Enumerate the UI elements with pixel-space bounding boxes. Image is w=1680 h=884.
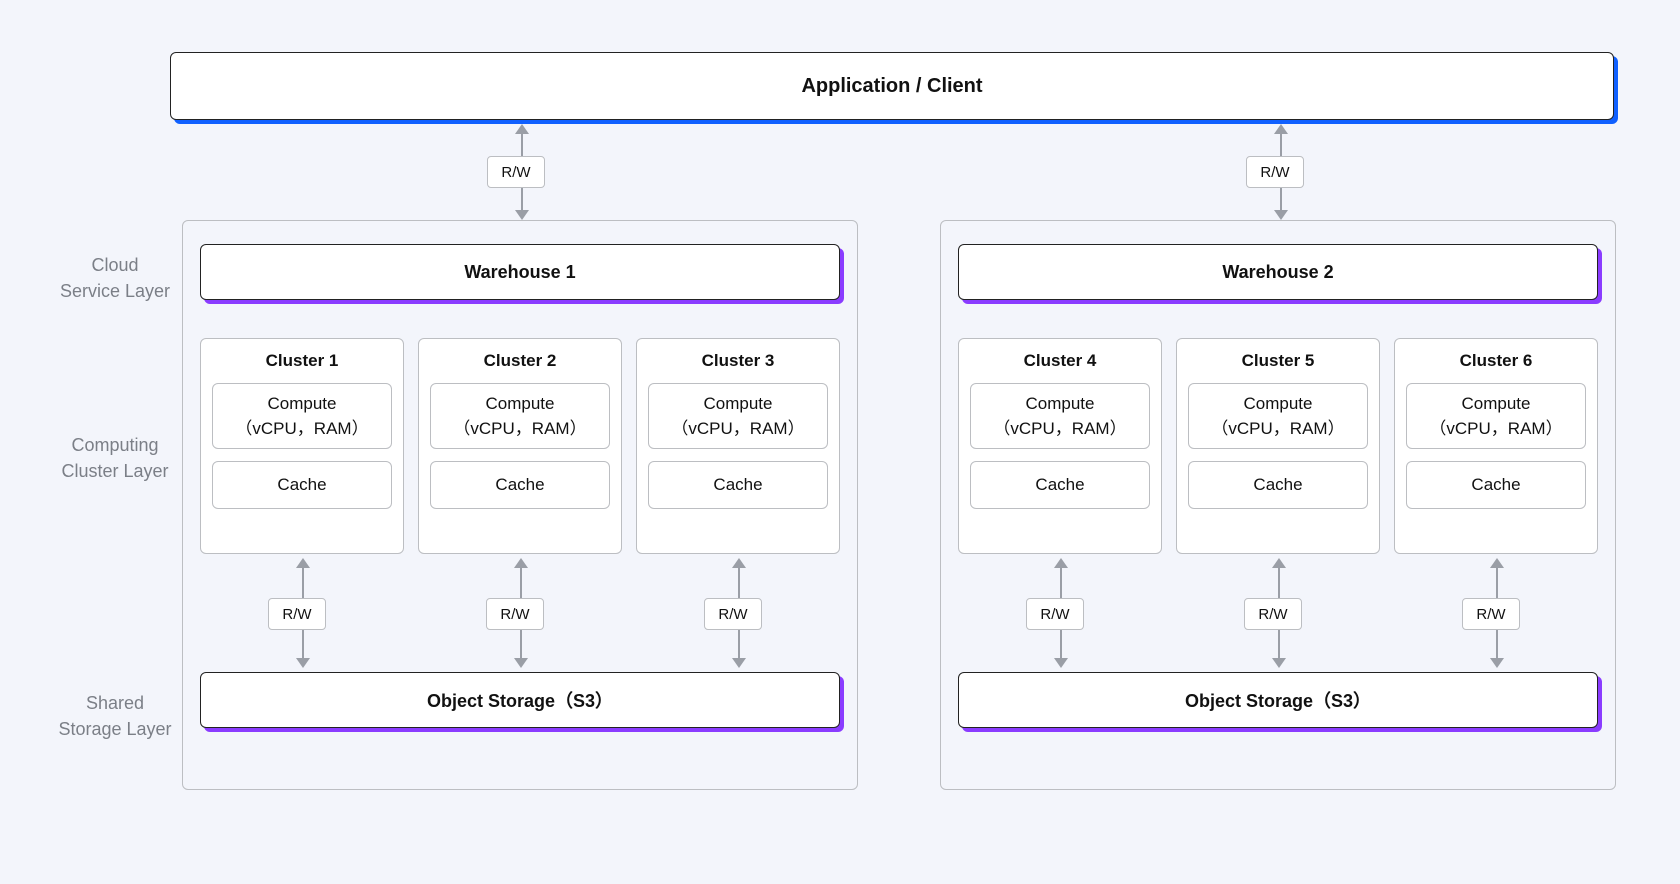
rw-cluster-1: R/W <box>268 598 326 630</box>
cluster-1-compute: Compute （vCPU，RAM） <box>212 383 392 449</box>
application-client-box: Application / Client <box>170 52 1614 120</box>
cluster-2-title: Cluster 2 <box>484 351 557 371</box>
label-shared-storage-layer: Shared Storage Layer <box>40 690 190 742</box>
cluster-1-cache: Cache <box>212 461 392 509</box>
cluster-6-title: Cluster 6 <box>1460 351 1533 371</box>
cluster-4-box: Cluster 4 Compute （vCPU，RAM） Cache <box>958 338 1162 554</box>
cluster-5-compute: Compute （vCPU，RAM） <box>1188 383 1368 449</box>
storage-2-title: Object Storage（S3） <box>1185 687 1371 713</box>
cluster-4-title: Cluster 4 <box>1024 351 1097 371</box>
cluster-3-title: Cluster 3 <box>702 351 775 371</box>
cluster-2-cache: Cache <box>430 461 610 509</box>
storage-1-title: Object Storage（S3） <box>427 687 613 713</box>
storage-1-box: Object Storage（S3） <box>200 672 840 728</box>
warehouse-2-title: Warehouse 2 <box>1222 262 1333 283</box>
rw-cluster-2: R/W <box>486 598 544 630</box>
cluster-3-cache: Cache <box>648 461 828 509</box>
application-client-title: Application / Client <box>801 75 982 98</box>
cluster-6-compute: Compute （vCPU，RAM） <box>1406 383 1586 449</box>
cluster-5-box: Cluster 5 Compute （vCPU，RAM） Cache <box>1176 338 1380 554</box>
cluster-1-title: Cluster 1 <box>266 351 339 371</box>
storage-2-box: Object Storage（S3） <box>958 672 1598 728</box>
cluster-5-title: Cluster 5 <box>1242 351 1315 371</box>
cluster-4-compute: Compute （vCPU，RAM） <box>970 383 1150 449</box>
cluster-3-compute: Compute （vCPU，RAM） <box>648 383 828 449</box>
label-computing-cluster-layer: Computing Cluster Layer <box>40 432 190 484</box>
rw-label-app-w2: R/W <box>1246 156 1304 188</box>
cluster-1-box: Cluster 1 Compute （vCPU，RAM） Cache <box>200 338 404 554</box>
rw-cluster-3: R/W <box>704 598 762 630</box>
rw-cluster-4: R/W <box>1026 598 1084 630</box>
rw-cluster-5: R/W <box>1244 598 1302 630</box>
cluster-2-box: Cluster 2 Compute （vCPU，RAM） Cache <box>418 338 622 554</box>
cluster-6-cache: Cache <box>1406 461 1586 509</box>
rw-cluster-6: R/W <box>1462 598 1520 630</box>
cluster-6-box: Cluster 6 Compute （vCPU，RAM） Cache <box>1394 338 1598 554</box>
cluster-2-compute: Compute （vCPU，RAM） <box>430 383 610 449</box>
cluster-3-box: Cluster 3 Compute （vCPU，RAM） Cache <box>636 338 840 554</box>
cluster-5-cache: Cache <box>1188 461 1368 509</box>
warehouse-1-title: Warehouse 1 <box>464 262 575 283</box>
rw-label-app-w1: R/W <box>487 156 545 188</box>
warehouse-1-header: Warehouse 1 <box>200 244 840 300</box>
label-cloud-service-layer: Cloud Service Layer <box>40 252 190 304</box>
cluster-4-cache: Cache <box>970 461 1150 509</box>
warehouse-2-header: Warehouse 2 <box>958 244 1598 300</box>
